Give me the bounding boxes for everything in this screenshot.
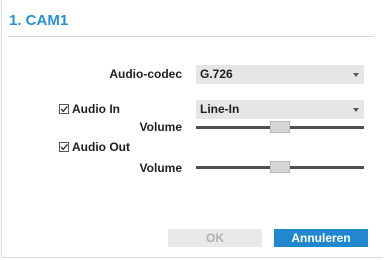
ok-button[interactable]: OK bbox=[168, 229, 262, 247]
audio-codec-label: Audio-codec bbox=[109, 67, 182, 81]
audio-in-label: Audio In bbox=[72, 102, 120, 116]
audio-out-label: Audio Out bbox=[72, 140, 130, 154]
audio-in-source-value: Line-In bbox=[200, 102, 240, 116]
checkbox-checked-icon bbox=[59, 104, 69, 114]
audio-out-checkbox[interactable]: Audio Out bbox=[59, 139, 130, 155]
title-divider bbox=[8, 36, 374, 37]
audio-in-checkbox[interactable]: Audio In bbox=[59, 101, 120, 117]
audio-in-source-select[interactable]: Line-In bbox=[196, 100, 364, 119]
checkbox-checked-icon bbox=[59, 142, 69, 152]
audio-out-volume-label: Volume bbox=[139, 161, 182, 175]
audio-out-volume-slider[interactable] bbox=[196, 161, 364, 175]
chevron-down-icon bbox=[353, 108, 359, 112]
audio-in-volume-slider[interactable] bbox=[196, 121, 364, 135]
audio-in-volume-label: Volume bbox=[139, 120, 182, 134]
slider-thumb[interactable] bbox=[270, 161, 290, 173]
cancel-button[interactable]: Annuleren bbox=[274, 229, 368, 247]
audio-codec-value: G.726 bbox=[200, 67, 233, 81]
chevron-down-icon bbox=[353, 73, 359, 77]
slider-thumb[interactable] bbox=[270, 121, 290, 133]
audio-codec-select[interactable]: G.726 bbox=[196, 65, 364, 84]
page-title: 1. CAM1 bbox=[9, 12, 69, 29]
